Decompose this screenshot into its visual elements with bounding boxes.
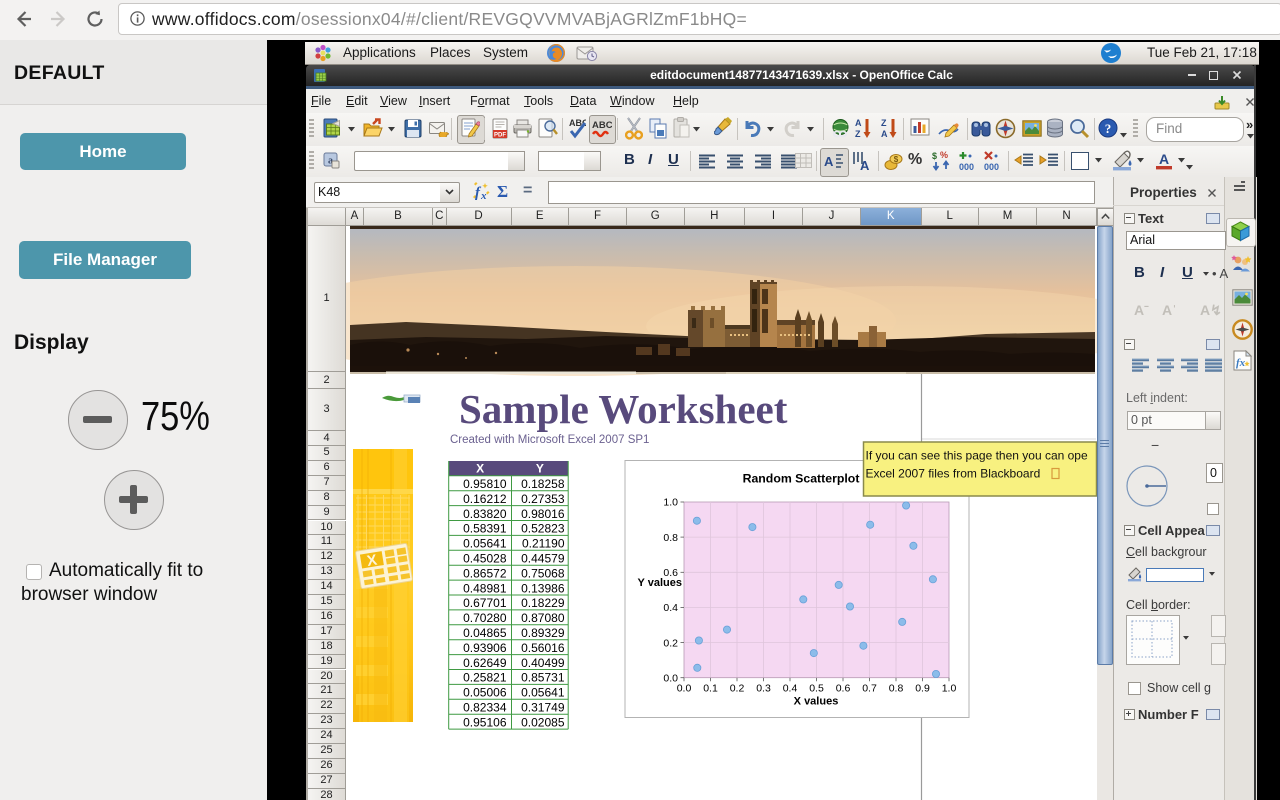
svg-text:Z: Z <box>881 118 887 128</box>
svg-text:x: x <box>480 190 487 201</box>
svg-text:0.45028: 0.45028 <box>463 552 507 566</box>
svg-text:0.6: 0.6 <box>836 683 851 695</box>
svg-text:Sample Worksheet: Sample Worksheet <box>459 386 788 432</box>
svg-text:0.98016: 0.98016 <box>521 507 565 521</box>
svg-text:0.75068: 0.75068 <box>521 566 565 580</box>
svg-text:0.67701: 0.67701 <box>463 596 507 610</box>
svg-text:0.4: 0.4 <box>663 602 678 614</box>
svg-text:0.52823: 0.52823 <box>521 522 565 536</box>
svg-text:0.04865: 0.04865 <box>463 626 507 640</box>
svg-text:0.13986: 0.13986 <box>521 581 565 595</box>
svg-text:0.05006: 0.05006 <box>463 686 507 700</box>
svg-text:1.0: 1.0 <box>942 683 957 695</box>
svg-text:0.56016: 0.56016 <box>521 641 565 655</box>
svg-text:0.25821: 0.25821 <box>463 671 507 685</box>
svg-text:X values: X values <box>794 696 839 708</box>
svg-text:0.85731: 0.85731 <box>521 671 565 685</box>
svg-text:A: A <box>881 129 888 139</box>
svg-text:Z: Z <box>855 129 861 139</box>
svg-text:$: $ <box>932 151 937 161</box>
svg-text:0.18229: 0.18229 <box>521 596 565 610</box>
svg-text:1.0: 1.0 <box>663 497 678 509</box>
svg-text:0.05641: 0.05641 <box>463 537 507 551</box>
svg-text:0.4: 0.4 <box>783 683 798 695</box>
svg-text:Y: Y <box>536 462 544 476</box>
svg-text:0.3: 0.3 <box>756 683 771 695</box>
svg-text:0.93906: 0.93906 <box>463 641 507 655</box>
svg-text:0.16212: 0.16212 <box>463 492 507 506</box>
svg-text:0.89329: 0.89329 <box>521 626 565 640</box>
svg-text:0.27353: 0.27353 <box>521 492 565 506</box>
svg-text:0.82334: 0.82334 <box>463 701 507 715</box>
svg-text:0.5: 0.5 <box>809 683 824 695</box>
svg-text:0.21190: 0.21190 <box>522 537 565 551</box>
svg-text:ABC: ABC <box>592 120 612 131</box>
svg-text:000: 000 <box>959 162 974 172</box>
svg-text:000: 000 <box>984 162 999 172</box>
svg-text:%: % <box>940 150 948 160</box>
svg-text:If you can see this page then: If you can see this page then you can op… <box>866 449 1088 463</box>
svg-text:0.83820: 0.83820 <box>463 507 507 521</box>
svg-text:Random Scatterplot: Random Scatterplot <box>743 472 860 486</box>
svg-text:0.2: 0.2 <box>730 683 745 695</box>
svg-text:A: A <box>855 118 862 128</box>
svg-text:0.58391: 0.58391 <box>463 522 507 536</box>
svg-text:0.87080: 0.87080 <box>521 611 565 625</box>
svg-text:0.2: 0.2 <box>663 637 678 649</box>
svg-text:0.8: 0.8 <box>889 683 904 695</box>
svg-text:Excel 2007 files from Blackboa: Excel 2007 files from Blackboard <box>866 467 1041 481</box>
svg-text:0.8: 0.8 <box>663 532 678 544</box>
svg-text:0.95810: 0.95810 <box>463 477 507 491</box>
svg-text:0.44579: 0.44579 <box>521 552 565 566</box>
svg-text:0.18258: 0.18258 <box>521 477 565 491</box>
svg-text:0.40499: 0.40499 <box>521 656 565 670</box>
svg-text:0.02085: 0.02085 <box>521 715 565 729</box>
svg-text:A: A <box>860 158 870 171</box>
svg-text:?: ? <box>1105 121 1112 136</box>
svg-text:$: $ <box>894 155 899 164</box>
svg-text:0.9: 0.9 <box>915 683 930 695</box>
svg-text:0.48981: 0.48981 <box>463 581 507 595</box>
svg-text:0.86572: 0.86572 <box>463 566 507 580</box>
svg-text:X: X <box>476 462 484 476</box>
svg-text:A: A <box>1159 151 1169 167</box>
svg-text:0.0: 0.0 <box>677 683 692 695</box>
svg-text:0.05641: 0.05641 <box>521 686 565 700</box>
svg-text:PDF: PDF <box>494 133 506 139</box>
svg-text:Y values: Y values <box>638 577 682 589</box>
svg-text:0.1: 0.1 <box>703 683 718 695</box>
svg-text:A: A <box>824 154 834 169</box>
svg-text:0.95106: 0.95106 <box>463 715 507 729</box>
svg-text:0.62649: 0.62649 <box>463 656 507 670</box>
svg-text:fx: fx <box>1236 357 1246 369</box>
svg-text:Created with Microsoft Excel 2: Created with Microsoft Excel 2007 SP1 <box>450 434 649 446</box>
svg-text:0.70280: 0.70280 <box>463 611 507 625</box>
svg-text:0.31749: 0.31749 <box>521 701 565 715</box>
svg-text:0.7: 0.7 <box>862 683 877 695</box>
